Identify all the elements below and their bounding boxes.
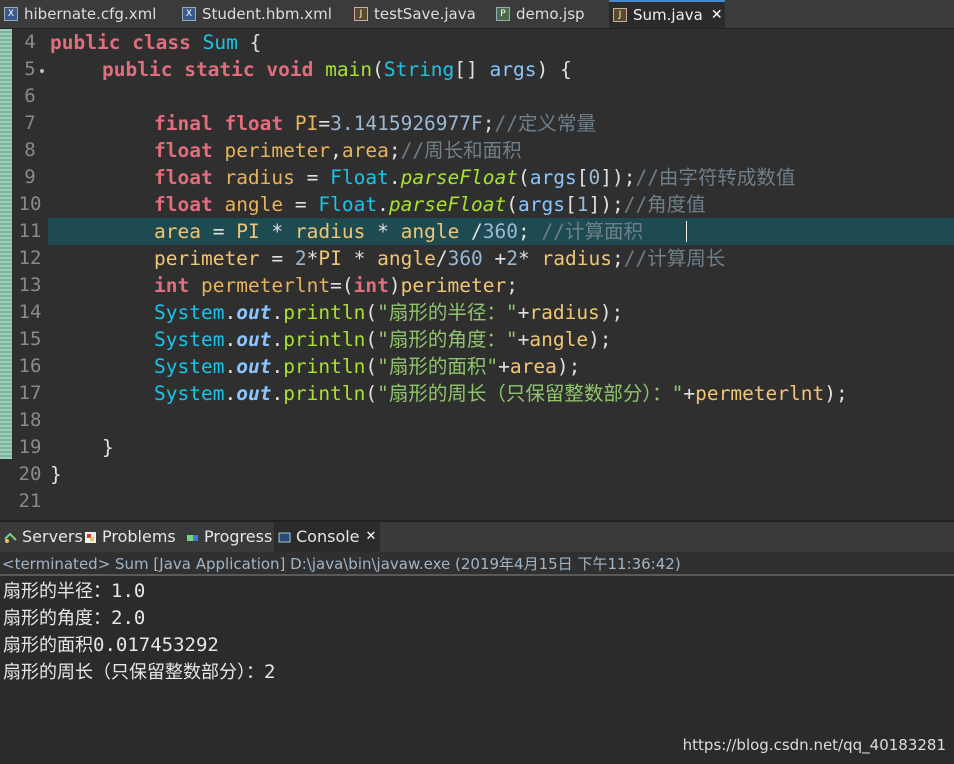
code-line-5: public static void main(String[] args) { [102,58,572,81]
code-line-15: System.out.println("扇形的角度："+angle); [154,328,612,351]
line-number: 14 [18,301,42,323]
tab-label: Student.hbm.xml [202,5,332,23]
code-line-14: System.out.println("扇形的半径："+radius); [154,301,624,324]
line-number: 7 [24,112,36,134]
tab-hibernate-cfg[interactable]: X hibernate.cfg.xml [0,0,156,28]
tab-testsave[interactable]: J testSave.java [350,0,476,28]
java-file-icon: J [613,8,627,22]
line-number: 12 [18,247,42,269]
code-editor[interactable]: 4 5 6 7 8 9 10 11 12 13 14 15 16 17 18 1… [0,29,954,516]
console-line: 扇形的角度：2.0 [3,607,146,629]
change-ruler [0,29,12,459]
watermark: https://blog.csdn.net/qq_40183281 [682,736,946,754]
close-icon[interactable]: ✕ [711,7,723,23]
code-line-17: System.out.println("扇形的周长（只保留整数部分）："+per… [154,382,848,405]
code-line-7: final float PI=3.1415926977F;//定义常量 [154,112,596,135]
line-number: 16 [18,355,42,377]
editor-tab-bar: X hibernate.cfg.xml X Student.hbm.xml J … [0,0,954,29]
code-line-13: int permeterlnt=(int)perimeter; [154,274,519,297]
tab-label: Servers [22,527,83,546]
fold-collapse-icon[interactable] [38,67,46,75]
line-number: 19 [18,436,42,458]
line-number: 11 [18,220,42,242]
line-number: 8 [24,139,36,161]
line-number: 17 [18,382,42,404]
console-line: 扇形的面积0.017453292 [3,634,219,656]
line-number: 21 [18,490,42,512]
tab-demo-jsp[interactable]: P demo.jsp [492,0,585,28]
progress-icon [187,534,198,541]
code-line-10: float angle = Float.parseFloat(args[1]);… [154,193,706,216]
tab-label: testSave.java [374,5,476,23]
tab-servers[interactable]: Servers [4,522,83,552]
console-line: 扇形的周长（只保留整数部分）：2 [3,661,276,683]
line-number: 6 [24,85,36,107]
close-icon[interactable]: ✕ [366,522,377,552]
tab-label: hibernate.cfg.xml [24,5,157,23]
console-icon [278,532,291,542]
code-line-4: public class Sum { [50,31,262,54]
tab-sum-java[interactable]: J Sum.java ✕ [609,0,725,28]
java-file-icon: J [354,7,368,21]
text-cursor [686,221,687,242]
tab-console[interactable]: Console ✕ [274,522,380,552]
tab-student-hbm[interactable]: X Student.hbm.xml [178,0,332,28]
line-number: 4 [24,31,36,53]
tab-progress[interactable]: Progress [186,522,272,552]
tab-problems[interactable]: Problems [84,522,176,552]
tab-label: Progress [204,527,273,546]
console-line: 扇形的半径：1.0 [3,580,146,602]
code-line-8: float perimeter,area;//周长和面积 [154,139,522,162]
code-line-12: perimeter = 2*PI * angle/360 +2* radius;… [154,247,726,270]
line-number: 13 [18,274,42,296]
problems-icon [85,531,96,543]
servers-icon [4,532,17,543]
xml-file-icon: X [182,7,196,21]
jsp-file-icon: P [496,7,510,21]
tab-label: Sum.java [633,6,703,24]
tab-label: demo.jsp [516,5,585,23]
code-line-16: System.out.println("扇形的面积"+area); [154,355,581,378]
tab-label: Console [296,527,360,546]
console-tab-bar: Servers Problems Progress Console ✕ [0,520,954,552]
line-number: 10 [18,193,42,215]
line-number: 15 [18,328,42,350]
xml-file-icon: X [4,7,18,21]
line-number: 9 [24,166,36,188]
line-number: 20 [18,463,42,485]
console-status: <terminated> Sum [Java Application] D:\j… [0,552,954,576]
code-line-11: area = PI * radius * angle /360; //计算面积 [154,220,643,243]
tab-label: Problems [102,527,176,546]
line-number: 18 [18,409,42,431]
code-line-19: } [102,436,114,459]
code-line-20: } [50,463,62,486]
console-output[interactable]: 扇形的半径：1.0 扇形的角度：2.0 扇形的面积0.017453292 扇形的… [0,576,954,764]
code-line-9: float radius = Float.parseFloat(args[0])… [154,166,796,189]
